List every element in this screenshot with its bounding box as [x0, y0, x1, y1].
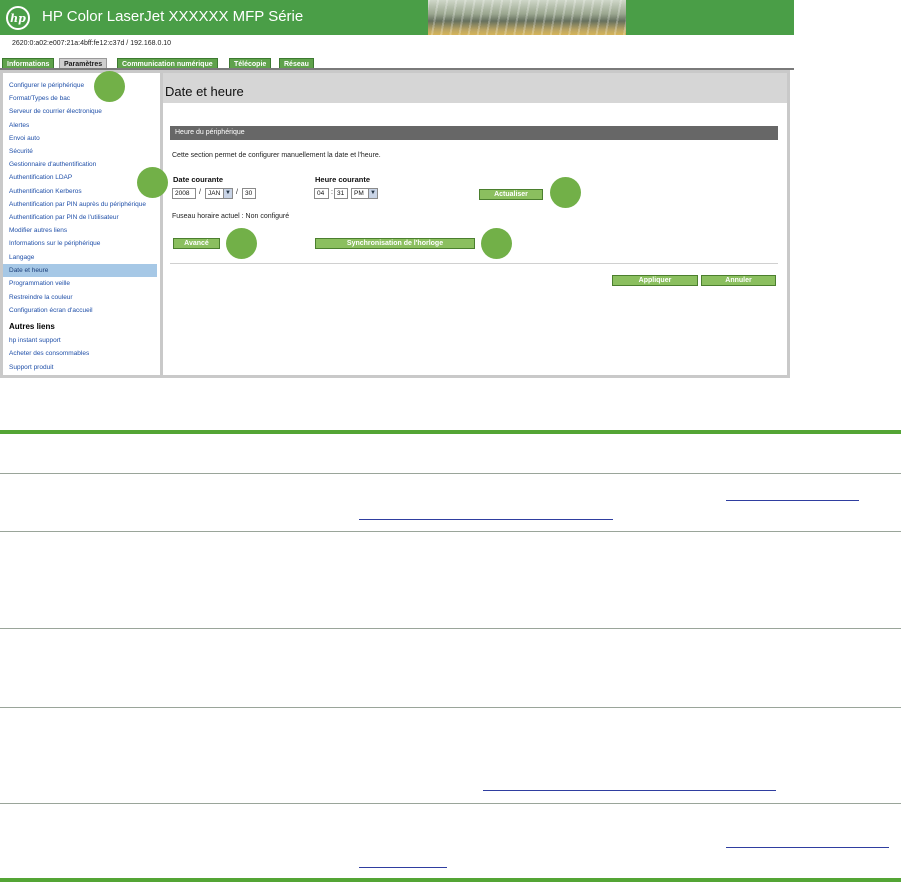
- ampm-value: PM: [354, 190, 364, 197]
- month-value: JAN: [208, 190, 221, 197]
- hp-logo: hp: [6, 6, 30, 30]
- cross-reference-link[interactable]: [726, 847, 889, 848]
- sidebar-item-format-types-bac[interactable]: Format/Types de bac: [3, 92, 157, 105]
- day-input[interactable]: 30: [242, 188, 256, 199]
- time-separator: :: [331, 189, 333, 196]
- sidebar-item-configurer-peripherique[interactable]: Configurer le périphérique: [3, 79, 157, 92]
- sidebar-item-modifier-autres-liens[interactable]: Modifier autres liens: [3, 224, 157, 237]
- device-address: 2620:0:a02:e007:21a:4bff:fe12:c37d / 192…: [12, 40, 172, 47]
- sidebar-item-pin-utilisateur[interactable]: Authentification par PIN de l'utilisateu…: [3, 211, 157, 224]
- sidebar-link-acheter-consommables[interactable]: Acheter des consommables: [3, 347, 157, 360]
- table-row-divider: [0, 707, 901, 708]
- update-button[interactable]: Actualiser: [479, 189, 543, 200]
- table-header-rule: [0, 473, 901, 474]
- sidebar-item-gestionnaire-authentification[interactable]: Gestionnaire d'authentification: [3, 158, 157, 171]
- sidebar: Configurer le périphérique Format/Types …: [3, 73, 160, 375]
- app-title: HP Color LaserJet XXXXXX MFP Série: [42, 8, 304, 25]
- sidebar-item-authentification-ldap[interactable]: Authentification LDAP: [3, 171, 157, 184]
- date-label: Date courante: [173, 175, 224, 184]
- advanced-button[interactable]: Avancé: [173, 238, 220, 249]
- time-label: Heure courante: [315, 175, 371, 184]
- cross-reference-link[interactable]: [359, 519, 613, 520]
- table-top-rule: [0, 430, 901, 434]
- table-row-divider: [0, 803, 901, 804]
- sidebar-item-langage[interactable]: Langage: [3, 251, 157, 264]
- callout-marker: [94, 71, 125, 102]
- main-panel: [163, 73, 787, 375]
- sidebar-item-pin-peripherique[interactable]: Authentification par PIN auprès du périp…: [3, 198, 157, 211]
- cancel-button[interactable]: Annuler: [701, 275, 776, 286]
- callout-marker: [137, 167, 168, 198]
- section-title: Heure du périphérique: [175, 129, 245, 136]
- sidebar-link-support-produit[interactable]: Support produit: [3, 361, 157, 374]
- sidebar-item-envoi-auto[interactable]: Envoi auto: [3, 132, 157, 145]
- section-header: [170, 126, 778, 140]
- month-select[interactable]: JAN ▼: [205, 188, 233, 199]
- other-links-heading: Autres liens: [9, 322, 55, 331]
- cross-reference-link[interactable]: [483, 790, 776, 791]
- table-row-divider: [0, 531, 901, 532]
- sidebar-item-programmation-veille[interactable]: Programmation veille: [3, 277, 157, 290]
- sidebar-item-configuration-ecran[interactable]: Configuration écran d'accueil: [3, 304, 157, 317]
- sidebar-item-serveur-courrier[interactable]: Serveur de courrier électronique: [3, 105, 157, 118]
- apply-button[interactable]: Appliquer: [612, 275, 698, 286]
- callout-marker: [481, 228, 512, 259]
- sidebar-link-hp-instant-support[interactable]: hp instant support: [3, 334, 157, 347]
- sidebar-item-authentification-kerberos[interactable]: Authentification Kerberos: [3, 185, 157, 198]
- sidebar-item-restreindre-couleur[interactable]: Restreindre la couleur: [3, 291, 157, 304]
- page-title: Date et heure: [165, 84, 244, 99]
- divider: [170, 263, 778, 264]
- chevron-down-icon: ▼: [368, 189, 377, 198]
- chevron-down-icon: ▼: [223, 189, 232, 198]
- timezone-text: Fuseau horaire actuel : Non configuré: [172, 213, 290, 220]
- cross-reference-link[interactable]: [359, 867, 447, 868]
- sidebar-item-alertes[interactable]: Alertes: [3, 119, 157, 132]
- callout-marker: [226, 228, 257, 259]
- clock-sync-button[interactable]: Synchronisation de l'horloge: [315, 238, 475, 249]
- hour-input[interactable]: 04: [314, 188, 329, 199]
- page-title-bar: [163, 73, 787, 103]
- sidebar-item-date-heure[interactable]: Date et heure: [3, 264, 157, 277]
- table-row-divider: [0, 628, 901, 629]
- section-description: Cette section permet de configurer manue…: [172, 152, 381, 159]
- year-input[interactable]: 2008: [172, 188, 196, 199]
- date-separator: /: [199, 189, 201, 196]
- table-bottom-rule: [0, 878, 901, 882]
- callout-marker: [550, 177, 581, 208]
- sidebar-item-securite[interactable]: Sécurité: [3, 145, 157, 158]
- banner-image: [428, 0, 626, 35]
- minute-input[interactable]: 31: [334, 188, 348, 199]
- date-separator: /: [236, 189, 238, 196]
- sidebar-item-informations-peripherique[interactable]: Informations sur le périphérique: [3, 237, 157, 250]
- cross-reference-link[interactable]: [726, 500, 859, 501]
- ampm-select[interactable]: PM ▼: [351, 188, 378, 199]
